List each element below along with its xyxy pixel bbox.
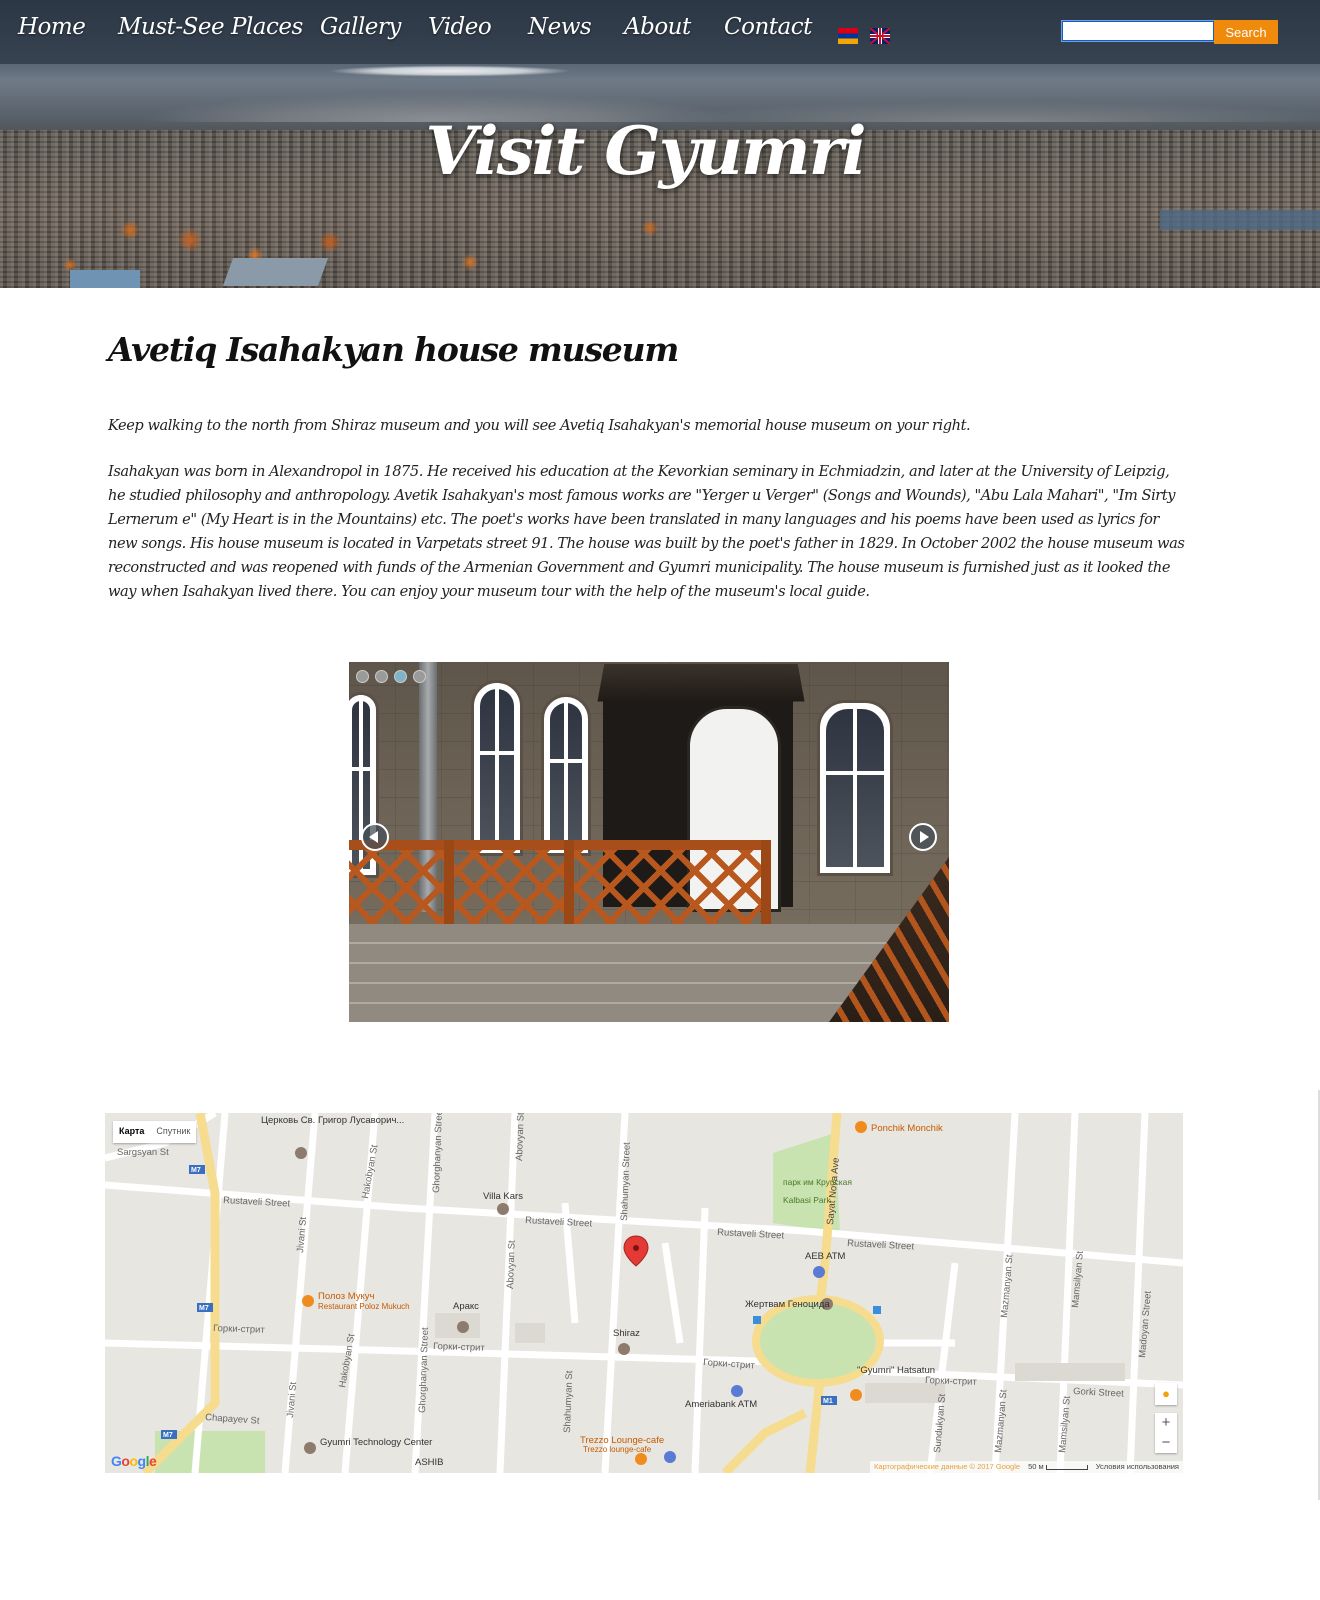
place-label: парк им Крупская [783, 1177, 852, 1187]
slide-window [817, 700, 893, 876]
google-map[interactable]: M7 M7 M7 M1 Sargsyan St Rustaveli Street… [105, 1113, 1183, 1473]
map-type-map-button[interactable]: Карта [113, 1121, 150, 1143]
slide-window [541, 694, 591, 856]
biography-paragraph: Isahakyan was born in Alexandropol in 18… [108, 463, 1185, 600]
slide-railing [349, 840, 769, 936]
place-label: Shiraz [613, 1328, 640, 1339]
place-label: Ponchik Monchik [871, 1123, 943, 1134]
road-badge-m7: M7 [191, 1167, 201, 1174]
nav-home[interactable]: Home [18, 14, 86, 40]
map-type-control: Карта Спутник [113, 1121, 197, 1143]
street-label: Горки-стрит [433, 1341, 486, 1354]
road-badge-m7: M7 [163, 1432, 173, 1439]
place-label: Аракс [453, 1301, 479, 1312]
hero-roof [222, 258, 329, 286]
place-label: Gyumri Technology Center [320, 1437, 432, 1448]
terms-link[interactable]: Условия использования [1096, 1461, 1179, 1473]
nav-gallery[interactable]: Gallery [320, 14, 401, 40]
zoom-control: + − [1155, 1413, 1177, 1453]
slide-dot-4[interactable] [413, 670, 426, 683]
street-label: Abovyan St [514, 1113, 527, 1161]
nav-contact[interactable]: Contact [724, 14, 812, 40]
english-flag-icon[interactable] [870, 28, 890, 44]
place-label: Полоз Мукуч [318, 1291, 375, 1302]
road-badge-m1: M1 [823, 1398, 833, 1405]
intro-paragraph: Keep walking to the north from Shiraz mu… [108, 417, 971, 434]
street-label: Abovyan St [505, 1240, 518, 1289]
nav-must-see-places[interactable]: Must-See Places [118, 14, 303, 40]
street-label: Sargsyan St [117, 1147, 169, 1158]
place-label: Restaurant Poloz Mukuch [318, 1302, 410, 1311]
search-button[interactable]: Search [1214, 20, 1278, 44]
place-label: Kalbasi Park [783, 1195, 831, 1205]
map-data-attribution[interactable]: Картографические данные © 2017 Google [874, 1461, 1020, 1473]
street-view-pegman-icon[interactable]: ● [1155, 1383, 1177, 1405]
place-label: Церковь Св. Григор Лусаворич... [261, 1115, 404, 1126]
photo-slideshow[interactable] [349, 662, 949, 1022]
hero-snow-peak [300, 64, 600, 78]
hero-title: Visit Gyumri [425, 112, 866, 190]
place-label: Villa Kars [483, 1191, 523, 1202]
slide-dot-1[interactable] [356, 670, 369, 683]
place-label: "Gyumri" Hatsatun [857, 1365, 935, 1376]
street-label: Shahumyan St [562, 1370, 575, 1433]
slide-dot-3[interactable] [394, 670, 407, 683]
slide-indicators [356, 670, 426, 683]
zoom-out-button[interactable]: − [1155, 1433, 1177, 1453]
armenian-flag-icon[interactable] [838, 28, 858, 44]
zoom-in-button[interactable]: + [1155, 1413, 1177, 1433]
nav-news[interactable]: News [528, 14, 592, 40]
place-label: AEB ATM [805, 1251, 846, 1262]
top-navigation: Home Must-See Places Gallery Video News … [0, 0, 1320, 64]
place-label: ASHIB [415, 1457, 444, 1468]
slide-canopy [597, 663, 805, 702]
search-input[interactable] [1061, 20, 1215, 42]
hero-roof [70, 270, 140, 288]
slide-dot-2[interactable] [375, 670, 388, 683]
slide-window [471, 680, 523, 856]
map-scale: 50 м [1028, 1461, 1088, 1473]
map-scale-label: 50 м [1028, 1462, 1044, 1471]
map-type-satellite-button[interactable]: Спутник [150, 1121, 196, 1143]
hero-roof [1160, 210, 1320, 230]
map-footer: Картографические данные © 2017 Google 50… [869, 1461, 1183, 1473]
previous-slide-arrow-icon[interactable] [361, 823, 389, 851]
map-canvas[interactable]: M7 M7 M7 M1 Sargsyan St Rustaveli Street… [105, 1113, 1183, 1473]
place-label: Trezzo lounge-cafe [583, 1445, 652, 1454]
page-title: Avetiq Isahakyan house museum [108, 330, 679, 369]
place-label: Ameriabank ATM [685, 1399, 757, 1410]
google-logo: Google [111, 1453, 157, 1469]
street-label: Горки-стрит [925, 1375, 978, 1388]
next-slide-arrow-icon[interactable] [909, 823, 937, 851]
place-label: Жертвам Геноцида [745, 1299, 830, 1310]
nav-video[interactable]: Video [428, 14, 492, 40]
hero-banner: Home Must-See Places Gallery Video News … [0, 0, 1320, 288]
street-label: Горки-стрит [213, 1323, 266, 1336]
road-badge-m7: M7 [199, 1305, 209, 1312]
nav-about[interactable]: About [624, 14, 691, 40]
